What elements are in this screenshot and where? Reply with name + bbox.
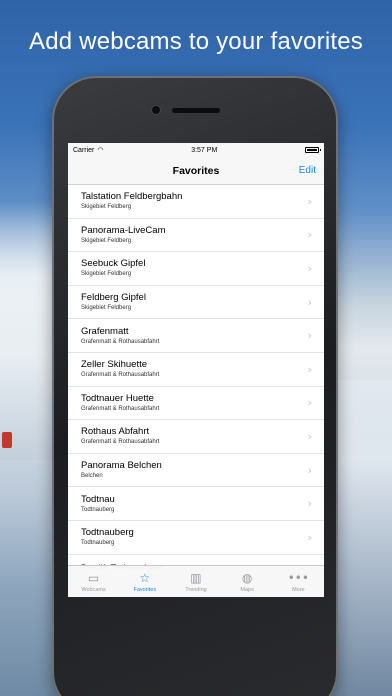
tab-bar: ▭ Webcams ☆ Favorites ▥ Trending ◍ Maps ••• More [68,565,324,597]
list-item-text: Feldberg Gipfel Skigebiet Feldberg [81,292,146,312]
list-item-subtitle: Grafenmatt & Rothausabfahrt [81,405,160,412]
list-item[interactable]: Panorama Belchen Belchen › [68,453,324,488]
status-time: 3:57 PM [191,146,218,154]
chevron-right-icon: › [307,396,312,410]
list-item-subtitle: Todtnauberg [81,540,115,547]
chevron-right-icon: › [307,228,312,242]
list-item-title: Seebuck Gipfel [81,258,146,270]
list-item-text: Todtnauer Huette Grafenmatt & Rothausabfa… [81,393,159,413]
list-item-title: Panorama-LiveCam [81,224,166,236]
status-bar: Carrier ◠ 3:57 PM [68,143,324,157]
more-icon: ••• [287,570,309,585]
chevron-right-icon: › [307,194,312,208]
list-item-title: Panorama Belchen [81,460,162,472]
list-item-subtitle: Skigebiet Feldberg [81,237,132,244]
tab-label: More [292,586,305,593]
list-item-subtitle: Grafenmatt & Rothausabfahrt [81,439,160,446]
list-item-text: Todtnau Todtnauberg [81,494,115,514]
list-item[interactable]: Seebuck Gipfel Skigebiet Feldberg › [68,252,324,286]
list-item[interactable]: Panorama-LiveCam Skigebiet Feldberg › [68,218,324,253]
list-item-subtitle: Belchen [81,473,103,480]
tab-trending[interactable]: ▥ Trending [170,571,221,593]
page-title: Favorites [172,164,220,177]
list-item[interactable]: Grafenmatt Grafenmatt & Rothausabfahrt › [68,319,324,353]
star-icon: ☆ [139,570,151,585]
earpiece-speaker [172,108,220,113]
promo-headline: Add webcams to your favorites [29,28,363,55]
chevron-right-icon: › [307,362,312,376]
list-item[interactable]: Feldberg Gipfel Skigebiet Feldberg › [68,285,324,320]
front-camera [152,106,160,114]
list-item-subtitle: Skigebiet Feldberg [81,271,132,278]
favorites-list: Talstation Feldbergbahn Skigebiet Feldber… [68,185,324,569]
tab-label: Favorites [133,586,157,593]
list-item-title: Rothaus Abfahrt [81,426,150,438]
list-item-subtitle: Skigebiet Feldberg [81,204,132,211]
tab-more[interactable]: ••• More [273,571,324,593]
chevron-right-icon: › [307,497,312,511]
tab-maps[interactable]: ◍ Maps [222,571,273,593]
battery-icon [304,147,321,153]
chevron-right-icon: › [307,530,312,544]
list-item-subtitle: Skigebiet Feldberg [81,305,132,312]
bar-chart-icon: ▥ [190,570,202,585]
edit-button[interactable]: Edit [299,165,316,176]
chevron-right-icon: › [307,261,312,275]
list-item-text: Panorama-LiveCam Skigebiet Feldberg [81,225,165,245]
wifi-icon: ◠ [97,147,104,154]
list-item[interactable]: Todtnauberg Todtnauberg › [68,520,324,555]
list-item-text: Zeller Skihuette Grafenmatt & Rothausabfa… [81,359,159,379]
list-item-subtitle: Todtnauberg [81,506,115,513]
list-item-text: Panorama Belchen Belchen [81,460,162,480]
list-item-title: Zeller Skihuette [81,359,148,371]
list-item[interactable]: Zeller Skihuette Grafenmatt & Rothausabfa… [68,352,324,387]
list-item-subtitle: Grafenmatt & Rothausabfahrt [81,338,160,345]
list-item-text: Todtnauberg Todtnauberg [81,527,134,547]
list-item-subtitle: Grafenmatt & Rothausabfahrt [81,372,160,379]
chevron-right-icon: › [307,295,312,309]
tab-favorites[interactable]: ☆ Favorites [119,571,170,593]
list-item-text: Rothaus Abfahrt Grafenmatt & Rothausabfah… [81,426,159,446]
list-item[interactable]: Rothaus Abfahrt Grafenmatt & Rothausabfah… [68,420,324,454]
list-item-title: Talstation Feldbergbahn [81,191,183,203]
chevron-right-icon: › [307,463,312,477]
tab-label: Maps [240,586,254,593]
carrier-label: Carrier [73,146,95,154]
list-item[interactable]: Todtnauer Huette Grafenmatt & Rothausabfa… [68,386,324,421]
tab-webcams[interactable]: ▭ Webcams [68,571,119,593]
tab-label: Trending [185,586,207,593]
list-item-title: Todtnauberg [81,527,134,539]
chevron-right-icon: › [307,329,312,343]
list-item[interactable]: Talstation Feldbergbahn Skigebiet Feldber… [68,185,324,219]
list-item-title: Todtnau [81,493,115,505]
list-item-title: Todtnauer Huette [81,392,154,404]
cable-car-image [2,432,12,448]
list-item-title: Feldberg Gipfel [81,292,146,304]
list-item-text: Grafenmatt Grafenmatt & Rothausabfahrt [81,326,159,346]
globe-icon: ◍ [241,570,253,585]
tab-label: Webcams [81,586,106,593]
list-item-title: Grafenmatt [81,325,129,337]
video-camera-icon: ▭ [87,570,100,585]
chevron-right-icon: › [307,429,312,443]
phone-screen: Carrier ◠ 3:57 PM Favorites Edit Talstat… [68,143,324,597]
list-item[interactable]: Todtnau Todtnauberg › [68,487,324,521]
list-item-text: Talstation Feldbergbahn Skigebiet Feldber… [81,191,182,211]
navigation-bar: Favorites Edit [68,157,324,185]
list-item-text: Seebuck Gipfel Skigebiet Feldberg [81,258,145,278]
